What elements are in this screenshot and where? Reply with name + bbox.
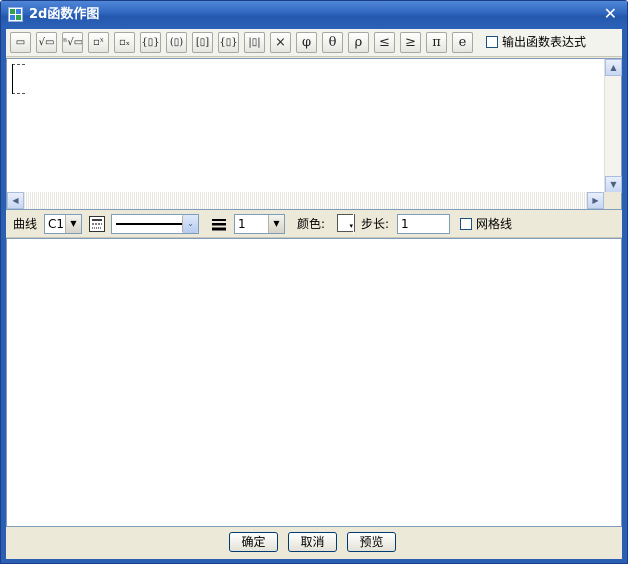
curly-set-button[interactable]: {▯} bbox=[218, 32, 239, 53]
step-input[interactable]: 1 bbox=[397, 214, 450, 234]
line-style-select[interactable]: ⌄ bbox=[111, 214, 199, 234]
separator bbox=[353, 214, 354, 234]
rho-button[interactable]: ρ bbox=[348, 32, 369, 53]
line-width-icon[interactable] bbox=[211, 216, 227, 232]
greater-equal-button[interactable]: ≥ bbox=[400, 32, 421, 53]
curve-label: 曲线 bbox=[13, 217, 38, 231]
output-expression-checkbox[interactable] bbox=[486, 36, 498, 48]
plot-options-bar: 曲线 C1 ▼ ⌄ 1 ▼ 颜色: ▾ 步长: 1 网格线 bbox=[6, 210, 622, 238]
e-button[interactable]: e bbox=[452, 32, 473, 53]
formula-editor[interactable]: ▲ ▼ ◀ ▶ bbox=[6, 58, 622, 210]
function-plot-dialog: 2d函数作图 ✕ ▭ √▭ ⁿ√▭ ▫ˣ ▫ₓ {▯} (▯) [▯] {▯} … bbox=[0, 0, 628, 564]
scroll-left-icon[interactable]: ◀ bbox=[7, 192, 24, 209]
scroll-up-icon[interactable]: ▲ bbox=[605, 59, 622, 76]
window-title: 2d函数作图 bbox=[29, 7, 100, 22]
chevron-down-icon[interactable]: ▼ bbox=[268, 215, 284, 233]
phi-button[interactable]: φ bbox=[296, 32, 317, 53]
formula-toolbar: ▭ √▭ ⁿ√▭ ▫ˣ ▫ₓ {▯} (▯) [▯] {▯} |▯| × φ θ… bbox=[6, 29, 622, 57]
chevron-down-icon[interactable]: ▼ bbox=[65, 215, 81, 233]
superscript-button[interactable]: ▫ˣ bbox=[88, 32, 109, 53]
grid-label[interactable]: 网格线 bbox=[476, 217, 512, 231]
fraction-button[interactable]: ▭ bbox=[10, 32, 31, 53]
theta-button[interactable]: θ bbox=[322, 32, 343, 53]
brackets-button[interactable]: [▯] bbox=[192, 32, 213, 53]
close-icon[interactable]: ✕ bbox=[604, 5, 617, 23]
step-label: 步长: bbox=[361, 217, 390, 231]
grid-checkbox[interactable] bbox=[460, 218, 472, 230]
title-bar[interactable]: 2d函数作图 ✕ bbox=[1, 1, 627, 29]
app-grid-icon bbox=[8, 7, 23, 22]
cancel-button[interactable]: 取消 bbox=[288, 532, 337, 552]
times-button[interactable]: × bbox=[270, 32, 291, 53]
placeholder-box bbox=[12, 64, 25, 94]
sqrt-button[interactable]: √▭ bbox=[36, 32, 57, 53]
ok-button[interactable]: 确定 bbox=[229, 532, 278, 552]
parentheses-button[interactable]: (▯) bbox=[166, 32, 187, 53]
curve-select-value: C1 bbox=[48, 217, 65, 231]
dialog-body: ▭ √▭ ⁿ√▭ ▫ˣ ▫ₓ {▯} (▯) [▯] {▯} |▯| × φ θ… bbox=[6, 29, 622, 559]
text-caret bbox=[12, 64, 13, 94]
vertical-scrollbar[interactable]: ▲ ▼ bbox=[604, 59, 622, 193]
scrollbar-corner bbox=[604, 192, 621, 209]
output-expression-label[interactable]: 输出函数表达式 bbox=[502, 35, 586, 49]
plot-canvas[interactable] bbox=[6, 238, 622, 527]
line-width-value: 1 bbox=[238, 217, 246, 231]
curve-select[interactable]: C1 ▼ bbox=[44, 214, 82, 234]
chevron-down-icon[interactable]: ⌄ bbox=[182, 215, 198, 233]
horizontal-scrollbar[interactable]: ◀ ▶ bbox=[7, 192, 604, 209]
nth-root-button[interactable]: ⁿ√▭ bbox=[62, 32, 83, 53]
pi-button[interactable]: π bbox=[426, 32, 447, 53]
subscript-button[interactable]: ▫ₓ bbox=[114, 32, 135, 53]
dialog-footer: 确定 取消 预览 bbox=[6, 527, 622, 559]
preview-button[interactable]: 预览 bbox=[347, 532, 396, 552]
absolute-value-button[interactable]: |▯| bbox=[244, 32, 265, 53]
line-style-sample bbox=[116, 223, 184, 225]
scroll-right-icon[interactable]: ▶ bbox=[587, 192, 604, 209]
line-width-select[interactable]: 1 ▼ bbox=[234, 214, 285, 234]
less-equal-button[interactable]: ≤ bbox=[374, 32, 395, 53]
braces-button[interactable]: {▯} bbox=[140, 32, 161, 53]
scroll-down-icon[interactable]: ▼ bbox=[605, 176, 622, 193]
line-style-icon[interactable] bbox=[89, 216, 105, 232]
color-label: 颜色: bbox=[297, 217, 326, 231]
